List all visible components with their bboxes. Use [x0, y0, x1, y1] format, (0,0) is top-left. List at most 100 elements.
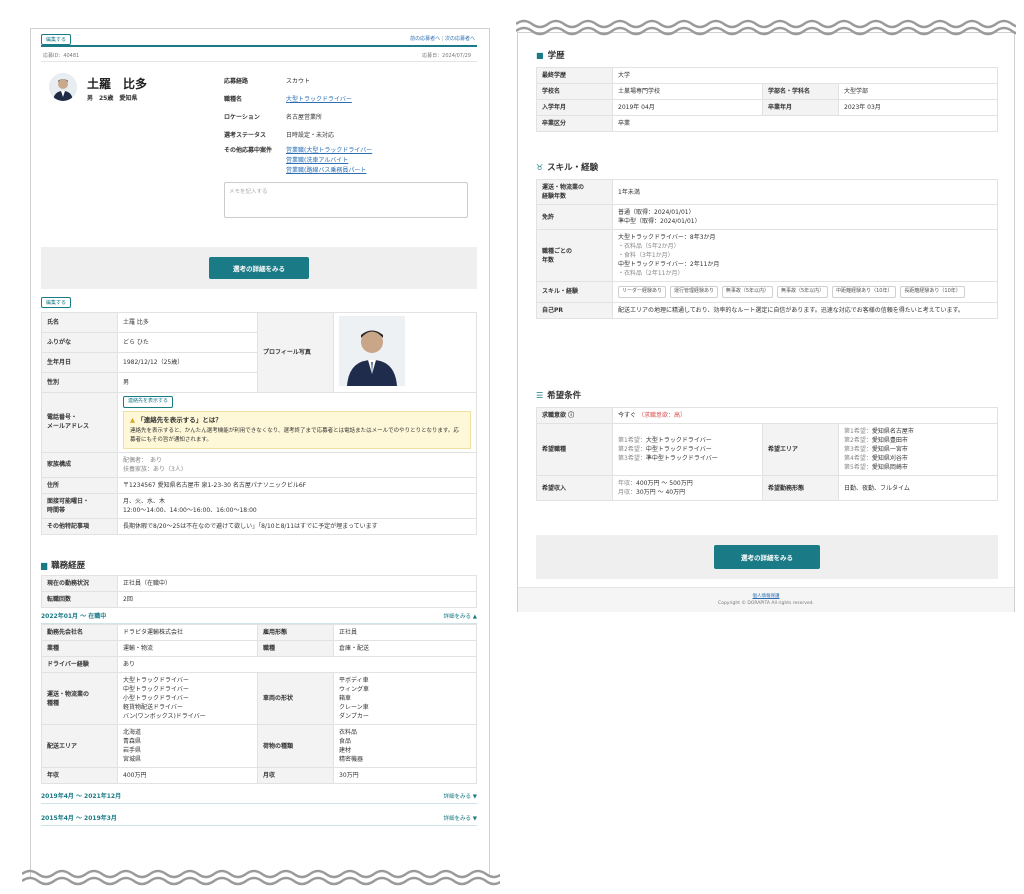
- table-row: 家族構成 配偶者： あり 扶養家族：あり（3人）: [41, 451, 477, 478]
- prev-applicant-link[interactable]: 前の応募者へ: [410, 36, 440, 42]
- vehicle-label: 車両の形状: [257, 672, 334, 725]
- skills-title: スキル・経験: [547, 163, 599, 173]
- summary-row: ロケーション 名古屋営業所: [224, 107, 474, 125]
- enrollment-value: 2019年 04月: [612, 99, 763, 116]
- nav-separator: |: [441, 36, 444, 42]
- edit-button-label[interactable]: 編集する: [41, 297, 72, 308]
- other-application-link[interactable]: 営業職(路線バス乗務員パート: [286, 165, 372, 174]
- interview-times: 12:00〜14:00、14:00〜16:00、16:00〜18:00: [123, 506, 257, 514]
- motivation-label: 求職意欲 ⓘ: [536, 407, 613, 424]
- career-period-toggle[interactable]: 2022年01月 〜 在職中 詳細をみる ▲: [41, 608, 477, 624]
- career-period: 2015年4月 〜 2019年3月: [41, 815, 117, 822]
- collapse-details-link[interactable]: 詳細をみる ▲: [444, 612, 477, 620]
- gender-value: 男: [117, 372, 258, 393]
- skill-tags-cell: リーダー経験あり 運行管理経験あり 無事故（5年以内） 無事故（5年以内） 中距…: [612, 281, 998, 303]
- table-row: 勤務先会社名 ドラピタ運輸株式会社 雇用形態 正社員: [41, 624, 477, 641]
- skills-section: ♉ スキル・経験 運送・物流業の 経験年数 1年未満 免許 普通（取得：2024…: [536, 161, 998, 319]
- department-value: 大型学部: [838, 83, 998, 100]
- gender-label: 性別: [41, 372, 118, 393]
- income-value: 400万円 〜 500万円: [636, 480, 693, 487]
- expand-details-link[interactable]: 詳細をみる ▼: [444, 792, 477, 800]
- address-value: 〒1234567 愛知県名古屋市 泉1-23-30 名古屋パナソニックビル6F: [117, 476, 477, 494]
- desired-income-label: 希望収入: [536, 475, 613, 501]
- preference-rank: 第2希望：: [618, 446, 646, 453]
- other-application-link[interactable]: 営業職(洗車アルバイト: [286, 155, 372, 164]
- preferences-section: ☰ 希望条件 求職意欲 ⓘ 今すぐ （求職意欲：高） 希望職種 第1希望：大型ト…: [536, 389, 998, 501]
- license-label: 免許: [536, 204, 613, 230]
- monthly-salary-label: 月収: [257, 767, 334, 784]
- desired-shift-label: 希望勤務形態: [762, 475, 839, 501]
- edit-button-top[interactable]: 編集する: [41, 34, 72, 45]
- list-item: 精密機器: [339, 756, 364, 763]
- privacy-link[interactable]: 個人情報保護: [518, 593, 1014, 599]
- table-row: ドライバー経験 あり: [41, 656, 477, 673]
- preference-value: 愛知県豊田市: [871, 437, 908, 444]
- job-changes-label: 転職回数: [41, 591, 118, 608]
- experience-years-label: 運送・物流業の 経験年数: [536, 179, 613, 205]
- monthly-salary-value: 30万円: [333, 767, 477, 784]
- notes-label: その他特記事項: [41, 517, 118, 535]
- preference-rank: 第3希望：: [618, 455, 646, 462]
- list-item: 軽貨物配送ドライバー: [123, 704, 183, 711]
- table-row: その他特記事項 長期休暇で8/20〜25は不在なので避けて欲しい」「8/10と8…: [41, 517, 477, 535]
- desired-area-label: 希望エリア: [762, 423, 839, 476]
- employment-type-value: 正社員: [333, 624, 477, 641]
- driver-kind-cell: 大型トラックドライバー 中型トラックドライバー 小型トラックドライバー 軽貨物配…: [117, 672, 258, 725]
- notes-value: 長期休暇で8/20〜25は不在なので避けて欲しい」「8/10と8/11はすでに予…: [117, 517, 477, 535]
- job-changes-value: 2回: [117, 591, 477, 608]
- desired-shift-value: 日勤、夜勤、フルタイム: [838, 475, 998, 501]
- school-label: 学校名: [536, 83, 613, 100]
- school-value: 土巣場専門学校: [612, 83, 763, 100]
- preference-rank: 第3希望：: [844, 446, 872, 453]
- list-item: 普通（取得：2024/01/01）: [618, 209, 695, 216]
- preference-value: 大型トラックドライバー: [645, 437, 712, 444]
- divider: [41, 61, 477, 62]
- table-row: 運送・物流業の 経験年数 1年未満: [536, 179, 998, 205]
- summary-list: 応募経路 スカウト 職種名 大型トラックドライバー ロケーション 名古屋営業所 …: [224, 71, 474, 218]
- list-item: 青森県: [123, 738, 142, 745]
- skill-tag: 無事故（5年以内）: [776, 286, 829, 298]
- career-summary-table: 現在の勤務状況 正社員（在職中） 転職回数 2回: [41, 575, 477, 608]
- view-selection-details-button[interactable]: 選考の詳細をみる: [209, 257, 309, 279]
- list-item: 建材: [339, 747, 352, 754]
- career-period-toggle[interactable]: 2019年4月 〜 2021年12月 詳細をみる ▼: [41, 788, 477, 804]
- applicant-nav: 前の応募者へ | 次の応募者へ: [410, 35, 475, 42]
- desired-area-cell: 第1希望：愛知県名古屋市 第2希望：愛知県豊田市 第3希望：愛知県一宮市 第4希…: [838, 423, 998, 476]
- self-pr-value: 配送エリアの地理に精通しており、効率的なルート選定に自信があります。迅速な対応で…: [612, 301, 998, 319]
- applicant-meta: 男 25歳 愛知県: [87, 95, 138, 102]
- memo-input[interactable]: メモを記入する: [224, 182, 468, 218]
- edit-button-basic[interactable]: 編集する: [41, 297, 72, 308]
- list-item: 箱車: [339, 695, 352, 702]
- view-selection-details-button[interactable]: 選考の詳細をみる: [714, 545, 820, 569]
- desired-job-label: 希望職種: [536, 423, 613, 476]
- summary-label: ロケーション: [224, 113, 260, 121]
- interview-label: 面接可能曜日・ 時間帯: [41, 492, 118, 519]
- career-period-toggle[interactable]: 2015年4月 〜 2019年3月 詳細をみる ▼: [41, 810, 477, 826]
- table-row: 配送エリア 北海道 青森県 岩手県 宮城県 荷物の種類 衣料品 食品 建材 精密…: [41, 724, 477, 768]
- preference-value: 愛知県名古屋市: [871, 428, 914, 435]
- motivation-cell: 今すぐ （求職意欲：高）: [612, 407, 998, 424]
- other-application-link[interactable]: 営業職(大型トラックドライバー: [286, 145, 372, 154]
- summary-row: 選考ステータス 日時設定・未対応: [224, 125, 474, 143]
- driver-experience-label: ドライバー経験: [41, 656, 118, 673]
- profile-photo-cell: [333, 312, 477, 393]
- warning-icon: ▲: [130, 415, 135, 424]
- next-applicant-link[interactable]: 次の応募者へ: [445, 36, 475, 42]
- summary-row: 応募経路 スカウト: [224, 71, 474, 89]
- medal-icon: ♉: [536, 162, 544, 172]
- list-item: 衣料品: [339, 729, 358, 736]
- expand-details-link[interactable]: 詳細をみる ▼: [444, 814, 477, 822]
- employment-type-label: 雇用形態: [257, 624, 334, 641]
- edit-button-label[interactable]: 編集する: [41, 34, 72, 45]
- status-value: 日時設定・未対応: [286, 131, 335, 139]
- table-row: 年収 400万円 月収 30万円: [41, 767, 477, 784]
- preference-value: 愛知県岡崎市: [871, 464, 908, 471]
- delivery-area-cell: 北海道 青森県 岩手県 宮城県: [117, 724, 258, 768]
- career-period: 2019年4月 〜 2021年12月: [41, 793, 122, 800]
- contact-warning: ▲ 「連絡先を表示する」とは？ 連絡先を表示すると、かんたん選考機能が利用できな…: [123, 410, 471, 449]
- list-item: 中型トラックドライバー: [123, 686, 189, 693]
- job-title-link[interactable]: 大型トラックドライバー: [286, 94, 352, 103]
- show-contact-button[interactable]: 連絡先を表示する: [123, 396, 174, 408]
- desired-income-cell: 年収：400万円 〜 500万円 月収：30万円 〜 40万円: [612, 475, 763, 501]
- motivation-value: 今すぐ: [618, 412, 637, 419]
